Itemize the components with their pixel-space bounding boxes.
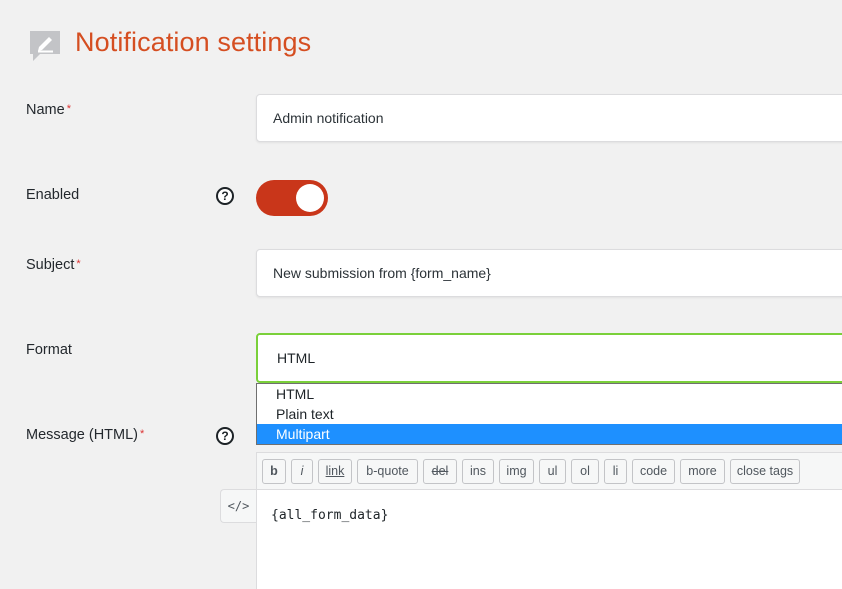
enabled-label: Enabled bbox=[26, 187, 80, 203]
format-option-html[interactable]: HTML bbox=[257, 384, 842, 404]
name-label: Name * bbox=[26, 102, 71, 118]
quicktag-code-button[interactable]: code bbox=[632, 459, 675, 484]
page-title: Notification settings bbox=[75, 27, 312, 57]
quicktag-ul-button[interactable]: ul bbox=[539, 459, 566, 484]
format-dropdown-list: HTML Plain text Multipart bbox=[256, 383, 842, 445]
message-editor[interactable]: {all_form_data} bbox=[256, 489, 842, 589]
quicktags-toolbar: b i link b-quote del ins img ul ol li co… bbox=[256, 452, 842, 490]
required-mark: * bbox=[140, 428, 145, 440]
code-view-icon[interactable]: </> bbox=[220, 489, 256, 523]
message-label: Message (HTML) * bbox=[26, 427, 145, 443]
quicktag-img-button[interactable]: img bbox=[499, 459, 534, 484]
toggle-knob bbox=[296, 184, 324, 212]
format-select[interactable]: HTML bbox=[256, 333, 842, 383]
quicktag-del-button[interactable]: del bbox=[423, 459, 457, 484]
help-icon[interactable]: ? bbox=[216, 187, 234, 205]
format-option-multipart[interactable]: Multipart bbox=[257, 424, 842, 444]
required-mark: * bbox=[76, 258, 81, 270]
format-label: Format bbox=[26, 342, 72, 358]
help-icon[interactable]: ? bbox=[216, 427, 234, 445]
quicktag-li-button[interactable]: li bbox=[604, 459, 627, 484]
notification-edit-icon bbox=[30, 31, 60, 61]
quicktag-italic-button[interactable]: i bbox=[291, 459, 313, 484]
quicktag-link-button[interactable]: link bbox=[318, 459, 352, 484]
quicktag-bquote-button[interactable]: b-quote bbox=[357, 459, 418, 484]
required-mark: * bbox=[66, 103, 71, 115]
enabled-toggle[interactable] bbox=[256, 180, 328, 216]
quicktag-bold-button[interactable]: b bbox=[262, 459, 286, 484]
quicktag-close-tags-button[interactable]: close tags bbox=[730, 459, 800, 484]
quicktag-ol-button[interactable]: ol bbox=[571, 459, 599, 484]
subject-input[interactable]: New submission from {form_name} bbox=[256, 249, 842, 297]
quicktag-ins-button[interactable]: ins bbox=[462, 459, 494, 484]
quicktag-more-button[interactable]: more bbox=[680, 459, 725, 484]
subject-label: Subject * bbox=[26, 257, 81, 273]
format-option-plain-text[interactable]: Plain text bbox=[257, 404, 842, 424]
name-input[interactable]: Admin notification bbox=[256, 94, 842, 142]
